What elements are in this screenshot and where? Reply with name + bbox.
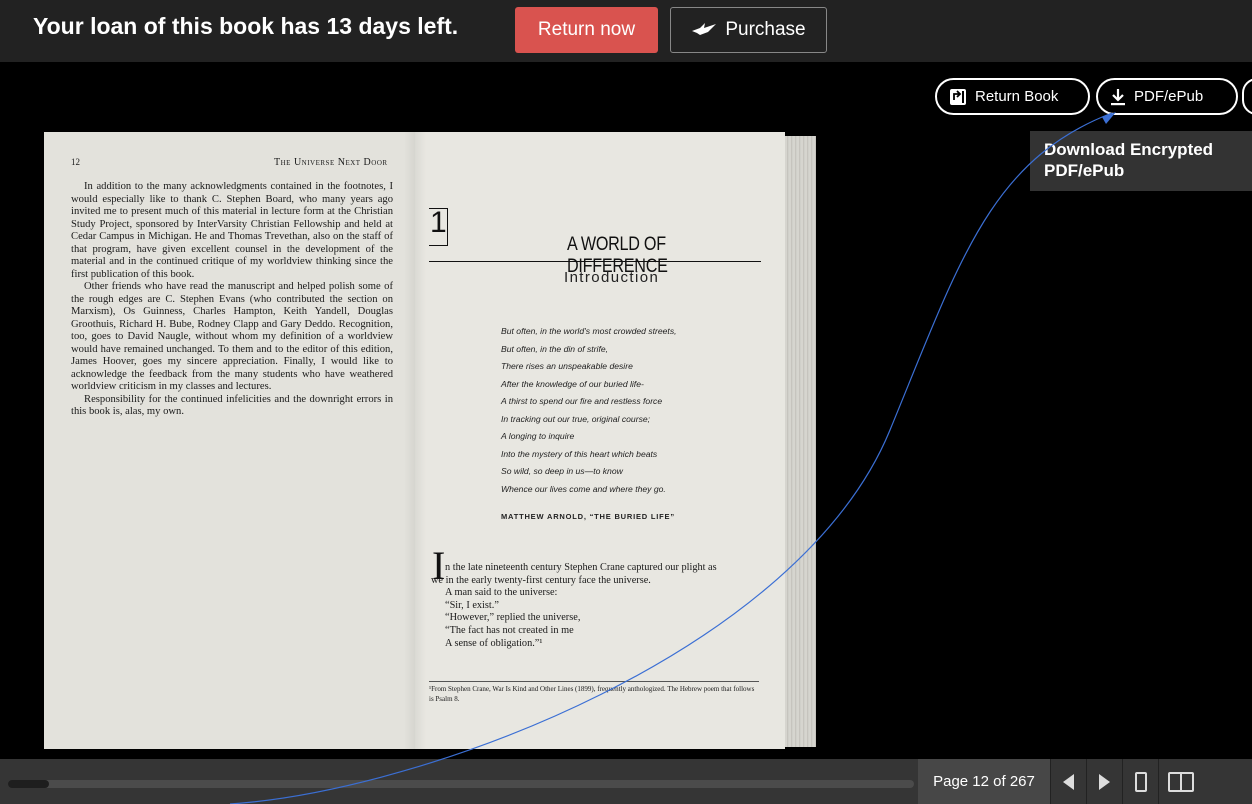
chapter-number: 1 xyxy=(430,206,447,239)
epigraph-line: So wild, so deep in us—to know xyxy=(501,466,623,476)
loan-message: Your loan of this book has 13 days left. xyxy=(33,13,459,39)
epigraph-line: But often, in the din of strife, xyxy=(501,343,609,354)
loan-bar: Your loan of this book has 13 days left.… xyxy=(0,0,1252,62)
arrow-left-icon xyxy=(1063,773,1074,790)
single-page-icon xyxy=(1134,771,1147,792)
footnote: ¹From Stephen Crane, War Is Kind and Oth… xyxy=(429,685,755,703)
epigraph-line: A longing to inquire xyxy=(501,431,575,441)
pdf-epub-label: PDF/ePub xyxy=(1134,88,1204,105)
purchase-button[interactable]: Purchase xyxy=(670,7,827,53)
verse-line: “The fact has not created in me xyxy=(445,624,574,636)
right-page-body: n the late nineteenth century Stephen Cr… xyxy=(431,562,761,650)
left-page-body: In addition to the many acknowledgments … xyxy=(71,181,393,419)
purchase-label: Purchase xyxy=(725,19,806,40)
two-page-view-button[interactable] xyxy=(1158,759,1202,804)
verse-line: A sense of obligation.”¹ xyxy=(445,637,543,649)
single-page-view-button[interactable] xyxy=(1122,759,1158,804)
book-spread[interactable]: 12 The Universe Next Door In addition to… xyxy=(44,132,816,749)
verse-line: “However,” replied the universe, xyxy=(445,612,581,624)
verse-line: “Sir, I exist.” xyxy=(445,599,499,611)
arrow-right-icon xyxy=(1099,773,1110,790)
return-book-button[interactable]: Return Book xyxy=(935,78,1090,115)
body-line: we in the early twenty-first century fac… xyxy=(431,574,651,586)
progress-slider[interactable] xyxy=(8,780,914,788)
left-page: 12 The Universe Next Door In addition to… xyxy=(44,132,415,749)
page-edges xyxy=(785,136,816,747)
return-book-label: Return Book xyxy=(975,88,1059,105)
download-tooltip: Download Encrypted PDF/ePub xyxy=(1030,131,1252,191)
more-options-button[interactable] xyxy=(1242,78,1252,115)
two-page-icon xyxy=(1167,771,1194,792)
book-gutter xyxy=(404,132,426,749)
epigraph-line: But often, in the world's most crowded s… xyxy=(501,326,677,336)
next-page-button[interactable] xyxy=(1086,759,1122,804)
page-number: 12 xyxy=(71,157,80,167)
epigraph-line: In tracking out our true, original cours… xyxy=(501,413,651,424)
epigraph-line: Whence our lives come and where they go. xyxy=(501,483,666,494)
paragraph: Responsibility for the continued infelic… xyxy=(71,393,393,418)
download-icon xyxy=(1111,88,1125,105)
body-line: n the late nineteenth century Stephen Cr… xyxy=(445,562,717,573)
previous-page-button[interactable] xyxy=(1050,759,1086,804)
chapter-subtitle: Introduction xyxy=(564,269,660,286)
footnote-rule xyxy=(429,681,759,682)
right-page: 1 A WORLD OF DIFFERENCE Introduction But… xyxy=(415,132,785,749)
epigraph-line: After the knowledge of our buried life- xyxy=(501,378,644,389)
epigraph-line: A thirst to spend our fire and restless … xyxy=(501,396,663,406)
epigraph: But often, in the world's most crowded s… xyxy=(501,323,677,498)
chapter-rule xyxy=(429,261,761,262)
paragraph: In addition to the many acknowledgments … xyxy=(71,181,393,280)
page-indicator: Page 12 of 267 xyxy=(918,759,1050,804)
return-now-button[interactable]: Return now xyxy=(515,7,658,53)
verse-line: A man said to the universe: xyxy=(445,587,558,599)
return-book-icon xyxy=(950,88,966,105)
bird-icon xyxy=(692,23,717,35)
epigraph-line: Into the mystery of this heart which bea… xyxy=(501,448,658,459)
epigraph-line: There rises an unspeakable desire xyxy=(501,361,633,371)
progress-fill xyxy=(8,780,49,788)
pdf-epub-button[interactable]: PDF/ePub xyxy=(1096,78,1238,115)
epigraph-attribution: MATTHEW ARNOLD, “THE BURIED LIFE” xyxy=(501,512,675,521)
running-head: The Universe Next Door xyxy=(274,157,388,168)
paragraph: Other friends who have read the manuscri… xyxy=(71,281,393,392)
bottom-bar: Page 12 of 267 xyxy=(0,759,1252,804)
